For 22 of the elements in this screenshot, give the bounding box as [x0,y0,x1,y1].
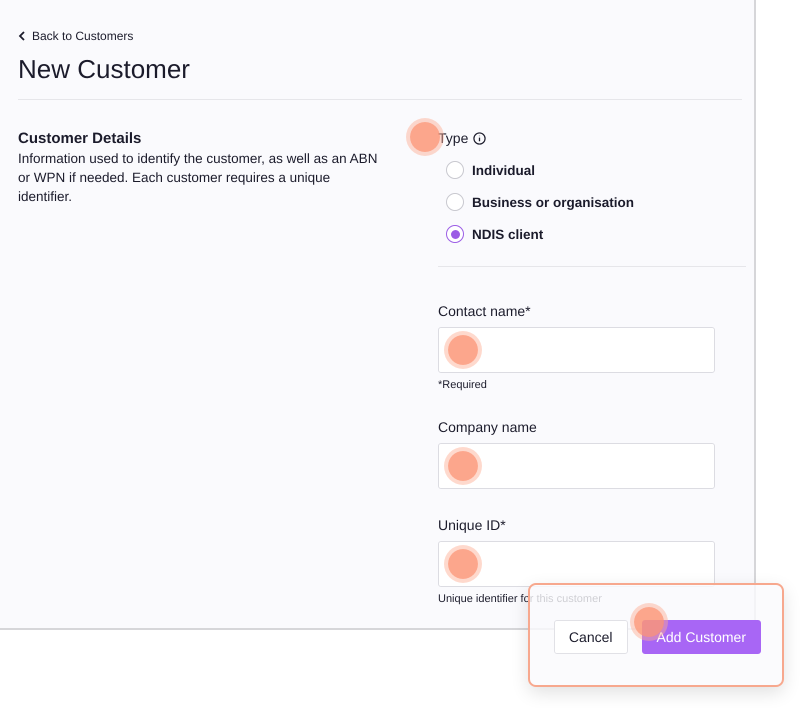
info-icon[interactable] [473,132,486,144]
field-label: Unique ID* [438,517,506,533]
section-description: Information used to identify the customer, as well as an ABN or WPN if needed. Each customer requires a unique identifier. [18,150,378,206]
text-input[interactable] [438,327,715,373]
section-heading: Customer Details [18,130,142,147]
page-title: New Customer [18,54,191,85]
back-link[interactable]: Back to Customers [18,29,134,43]
radio-option[interactable]: NDIS client [438,218,746,250]
radio-button[interactable] [446,193,464,211]
field-label: Type [438,130,468,146]
text-input[interactable] [438,443,715,489]
add-button[interactable]: Add Customer [642,620,761,654]
helper-text: *Required [438,379,488,391]
cancel-button[interactable]: Cancel [554,620,628,654]
field-label: Company name [438,419,537,435]
radio-button[interactable] [446,161,464,179]
field-label: Contact name* [438,303,531,319]
chevron-left-icon [18,31,26,41]
hotspot-marker[interactable] [410,122,440,152]
radio-option[interactable]: Individual [438,154,746,186]
radio-option[interactable]: Business or organisation [438,186,746,218]
radio-button[interactable] [446,225,464,243]
